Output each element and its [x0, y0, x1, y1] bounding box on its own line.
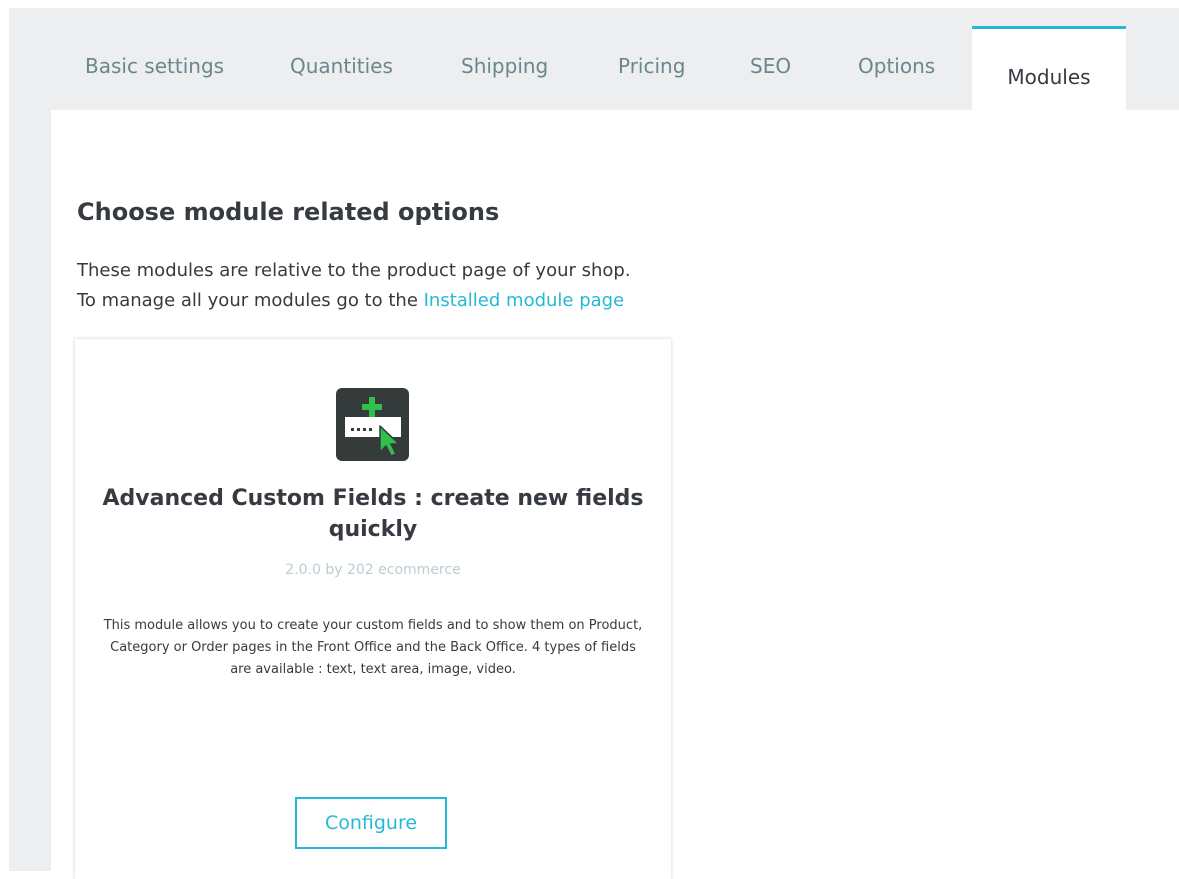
installed-modules-link[interactable]: Installed module page [424, 290, 625, 311]
intro-line-1: These modules are relative to the produc… [77, 260, 631, 281]
module-card: Advanced Custom Fields : create new fiel… [75, 339, 671, 879]
tab-basic-settings[interactable]: Basic settings [85, 8, 224, 111]
intro-line-2-text: To manage all your modules go to the [77, 290, 424, 311]
tab-modules[interactable]: Modules [972, 26, 1126, 113]
product-tabs: Basic settings Quantities Shipping Prici… [9, 8, 1179, 113]
module-description: This module allows you to create your cu… [103, 618, 643, 677]
module-version: 2.0.0 by 202 ecommerce [285, 562, 461, 578]
tab-quantities[interactable]: Quantities [290, 8, 393, 111]
page-title: Choose module related options [77, 198, 500, 226]
product-editor: Basic settings Quantities Shipping Prici… [9, 8, 1179, 879]
add-field-cursor-icon [336, 388, 409, 461]
tab-seo[interactable]: SEO [750, 8, 791, 111]
modules-panel: Choose module related options These modu… [51, 110, 1179, 879]
tab-options[interactable]: Options [858, 8, 935, 111]
configure-button[interactable]: Configure [295, 797, 447, 849]
module-title: Advanced Custom Fields : create new fiel… [102, 486, 644, 542]
intro-text: These modules are relative to the produc… [77, 256, 631, 316]
tab-pricing[interactable]: Pricing [618, 8, 685, 111]
tab-shipping[interactable]: Shipping [461, 8, 548, 111]
intro-line-2: To manage all your modules go to the Ins… [77, 286, 631, 316]
